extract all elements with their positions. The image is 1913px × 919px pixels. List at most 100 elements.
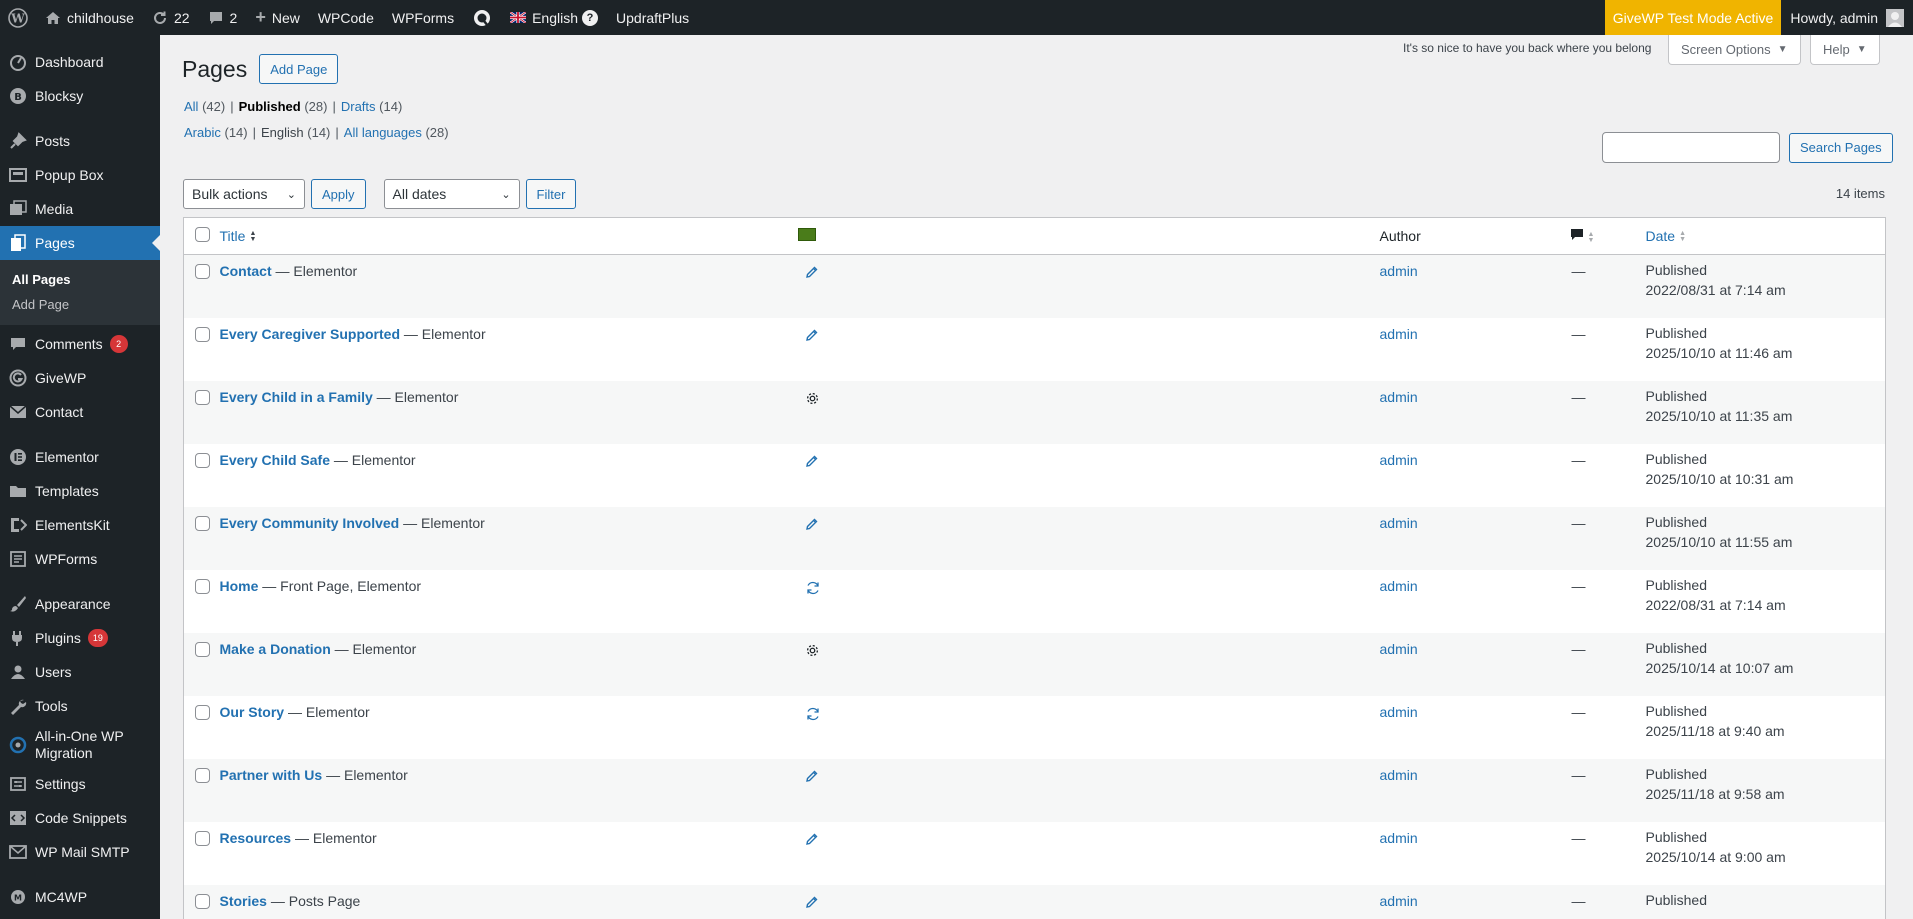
apply-button[interactable]: Apply [311,179,366,209]
filter-all[interactable]: All (42) [184,99,225,114]
filter-published[interactable]: Published (28) [239,99,328,114]
gear-icon[interactable] [805,643,820,658]
row-checkbox[interactable] [195,767,210,783]
screen-options-button[interactable]: Screen Options ▼ [1668,35,1801,65]
filter-arabic[interactable]: Arabic (14) [184,125,248,140]
row-title-link[interactable]: Home [220,578,259,594]
bulk-actions-select[interactable]: Bulk actions ⌄ [183,179,305,209]
sidebar-item-comments[interactable]: Comments 2 [0,327,160,361]
row-checkbox[interactable] [195,264,210,279]
sidebar-item-blocksy[interactable]: B Blocksy [0,79,160,113]
date-filter-select[interactable]: All dates ⌄ [383,179,520,209]
pencil-icon[interactable] [805,517,819,531]
sidebar-item-contact[interactable]: Contact [0,395,160,429]
help-button[interactable]: Help ▼ [1810,35,1880,65]
add-page-button[interactable]: Add Page [259,54,339,84]
pencil-icon[interactable] [805,769,819,783]
row-author-link[interactable]: admin [1380,893,1418,909]
filter-english[interactable]: English (14) [261,125,330,140]
row-title-link[interactable]: Make a Donation [220,641,331,657]
column-date[interactable]: Date ▲ ▼ [1645,217,1886,255]
filter-drafts[interactable]: Drafts (14) [341,99,402,114]
pencil-icon[interactable] [805,328,819,342]
sidebar-item-dashboard[interactable]: Dashboard [0,45,160,79]
row-author-link[interactable]: admin [1380,389,1418,405]
sidebar-item-code-snippets[interactable]: Code Snippets [0,801,160,835]
submenu-add-page[interactable]: Add Page [0,292,160,317]
sidebar-item-posts[interactable]: Posts [0,124,160,158]
sidebar-item-pages[interactable]: Pages [0,226,160,260]
pencil-icon[interactable] [805,832,819,846]
language-switcher[interactable]: English ? [501,0,607,35]
row-title-link[interactable]: Every Child Safe [220,452,331,468]
row-author-link[interactable]: admin [1380,767,1418,783]
pencil-icon[interactable] [805,895,819,909]
sidebar-item-appearance[interactable]: Appearance [0,587,160,621]
column-title[interactable]: Title ▲ ▼ [219,217,802,255]
wordpress-logo-icon[interactable]: W [0,0,36,35]
sidebar-item-settings[interactable]: Settings [0,767,160,801]
row-checkbox[interactable] [195,893,210,909]
site-name-link[interactable]: childhouse [36,0,143,35]
row-author-link[interactable]: admin [1380,515,1418,531]
row-author-link[interactable]: admin [1380,263,1418,279]
row-title-link[interactable]: Partner with Us [220,767,323,783]
search-input[interactable] [1602,132,1780,163]
row-checkbox[interactable] [195,326,210,342]
sidebar-item-tools[interactable]: Tools [0,689,160,723]
sidebar-item-elementskit[interactable]: ElementsKit [0,508,160,542]
row-author-link[interactable]: admin [1380,326,1418,342]
row-checkbox[interactable] [195,704,210,720]
row-author-link[interactable]: admin [1380,704,1418,720]
filter-all-languages[interactable]: All languages (28) [344,125,449,140]
my-account-menu[interactable]: Howdy, admin [1781,0,1913,35]
sidebar-item-plugins[interactable]: Plugins 19 [0,621,160,655]
sidebar-item-givewp[interactable]: GiveWP [0,361,160,395]
row-title-link[interactable]: Every Child in a Family [220,389,373,405]
row-checkbox[interactable] [195,452,210,468]
sync-icon[interactable] [805,580,821,596]
row-author-link[interactable]: admin [1380,452,1418,468]
filter-button[interactable]: Filter [525,179,577,209]
givewp-test-mode-badge[interactable]: GiveWP Test Mode Active [1604,0,1782,35]
row-author-link[interactable]: admin [1380,830,1418,846]
new-content-link[interactable]: + New [246,0,309,35]
sidebar-item-elementor[interactable]: Elementor [0,440,160,474]
search-pages-button[interactable]: Search Pages [1789,132,1893,163]
row-title-link[interactable]: Resources [220,830,292,846]
wpcode-link[interactable]: WPCode [309,0,383,35]
row-checkbox[interactable] [195,578,210,594]
row-checkbox[interactable] [195,830,210,846]
sidebar-item-wpforms[interactable]: WPForms [0,542,160,576]
pencil-icon[interactable] [805,265,819,279]
select-all-checkbox[interactable] [195,227,210,242]
row-title-link[interactable]: Every Caregiver Supported [220,326,401,342]
sidebar-item-templates[interactable]: Templates [0,474,160,508]
sidebar-item-mc4wp[interactable]: M MC4WP [0,880,160,914]
pencil-icon[interactable] [805,454,819,468]
submenu-all-pages[interactable]: All Pages [0,267,160,292]
sync-icon[interactable] [805,706,821,722]
row-title-link[interactable]: Every Community Involved [220,515,400,531]
sidebar-item-wp-mail-smtp[interactable]: WP Mail SMTP [0,835,160,869]
gear-icon[interactable] [805,391,820,406]
column-comments[interactable]: ▲ ▼ [1569,217,1646,255]
sidebar-item-popup-box[interactable]: Popup Box [0,158,160,192]
row-checkbox[interactable] [195,389,210,405]
row-checkbox[interactable] [195,641,210,657]
row-author-link[interactable]: admin [1380,578,1418,594]
sidebar-item-media[interactable]: Media [0,192,160,226]
row-title-link[interactable]: Stories [220,893,267,909]
updates-link[interactable]: 22 [143,0,199,35]
wpforms-link[interactable]: WPForms [383,0,463,35]
row-title-link[interactable]: Contact [220,263,272,279]
help-circle-icon[interactable]: ? [582,9,599,26]
row-checkbox[interactable] [195,515,210,531]
row-author-link[interactable]: admin [1380,641,1418,657]
search-engine-icon[interactable] [463,0,501,35]
sidebar-item-all-in-one-migration[interactable]: All-in-One WP Migration [0,723,160,767]
row-title-link[interactable]: Our Story [220,704,285,720]
comments-link[interactable]: 2 [199,0,247,35]
updraftplus-link[interactable]: UpdraftPlus [607,0,698,35]
sidebar-item-users[interactable]: Users [0,655,160,689]
